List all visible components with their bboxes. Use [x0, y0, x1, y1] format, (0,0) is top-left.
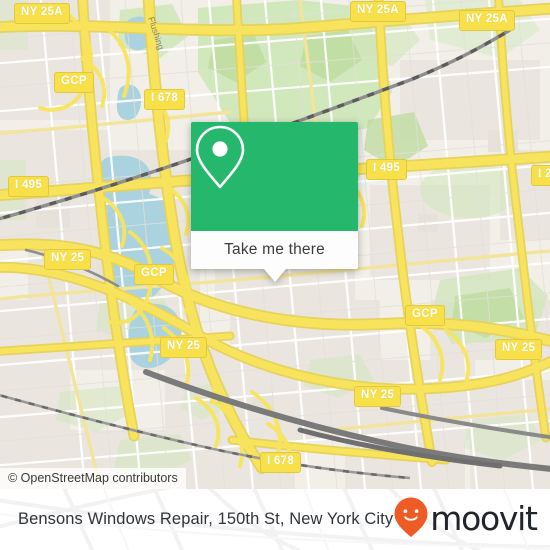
footer-content: Bensons Windows Repair, 150th St, New Yo… [0, 489, 550, 550]
shield-gcp-center: GCP [134, 264, 174, 285]
moovit-wordmark: moovit [430, 499, 538, 538]
moovit-brand[interactable]: moovit [393, 496, 538, 543]
take-me-there-label: Take me there [224, 241, 325, 258]
shield-ny-25a-topright: NY 25A [459, 10, 515, 31]
map-canvas[interactable]: Flushing NY 25A NY 25A NY 25A GCP I 678 I 495… [0, 0, 550, 489]
shield-ny25-left: NY 25 [44, 249, 92, 270]
shield-i295-edge: I 2 [531, 165, 550, 186]
map-screenshot-root: Flushing NY 25A NY 25A NY 25A GCP I 678 I 495… [0, 0, 550, 550]
callout-image-area [191, 122, 358, 231]
shield-ny-25a-topleft: NY 25A [14, 3, 70, 24]
shield-i495-right: I 495 [366, 159, 408, 180]
shield-i495-left: I 495 [8, 176, 50, 197]
callout-tail [263, 269, 286, 282]
place-callout[interactable]: Take me there [191, 122, 358, 282]
map-attribution: © OpenStreetMap contributors [0, 468, 186, 489]
shield-i678-bottom: I 678 [260, 452, 302, 473]
shield-ny25-right: NY 25 [495, 339, 543, 360]
shield-gcp-topleft: GCP [54, 72, 94, 93]
footer-bar: Bensons Windows Repair, 150th St, New Yo… [0, 489, 550, 550]
shield-gcp-right: GCP [405, 305, 445, 326]
callout-action-bar[interactable]: Take me there [191, 231, 358, 269]
place-title: Bensons Windows Repair, 150th St, New Yo… [18, 510, 394, 528]
shield-ny-25a-topcenter: NY 25A [350, 1, 406, 22]
shield-ny25-bottom: NY 25 [354, 386, 402, 407]
shield-ny25-center: NY 25 [160, 337, 208, 358]
shield-i678-top: I 678 [144, 89, 186, 110]
moovit-pin-smiley-icon [393, 496, 429, 543]
